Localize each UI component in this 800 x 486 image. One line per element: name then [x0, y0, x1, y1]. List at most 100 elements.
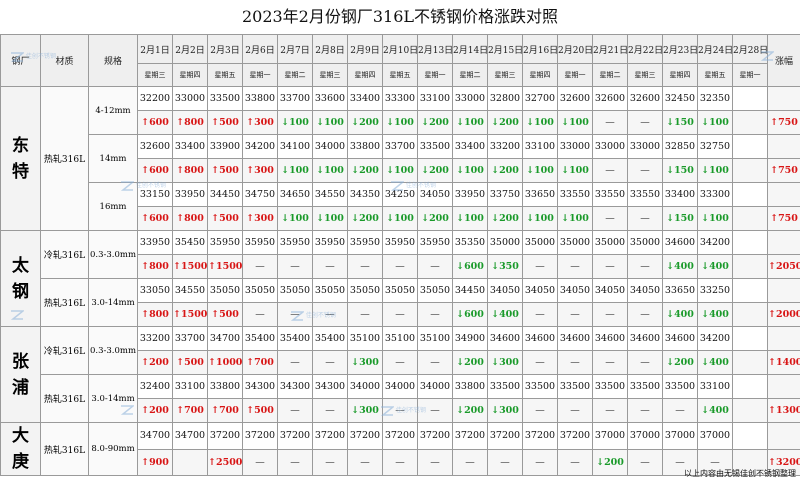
change-cell: — — [242, 302, 278, 327]
price-cell: 34050 — [522, 278, 558, 303]
change-value: 1500 — [215, 261, 243, 272]
arrow-down-icon: ↓ — [491, 213, 500, 224]
price-cell: 37200 — [347, 422, 383, 450]
change-value: 100 — [289, 117, 309, 128]
price-cell: 33100 — [522, 134, 558, 159]
arrow-down-icon: ↓ — [351, 405, 360, 416]
price-cell: 33600 — [312, 86, 348, 111]
price-cell: 34200 — [242, 134, 278, 159]
change-value: 100 — [569, 165, 589, 176]
arrow-down-icon: ↓ — [351, 213, 360, 224]
price-cell: 35000 — [522, 230, 558, 255]
price-cell: 32450 — [662, 86, 698, 111]
arrow-down-icon: ↓ — [351, 117, 360, 128]
change-cell: — — [312, 448, 348, 476]
weekday-cell: 星期三 — [627, 63, 663, 87]
total-blank-cell — [767, 374, 800, 399]
change-value: 800 — [149, 261, 169, 272]
arrow-up-icon: ↑ — [246, 117, 255, 128]
arrow-up-icon: ↑ — [246, 213, 255, 224]
no-change-dash: — — [570, 357, 580, 368]
no-change-dash: — — [395, 261, 405, 272]
mill-name: 东特 — [0, 86, 41, 231]
date-header: 2月3日 — [207, 34, 243, 64]
no-change-dash: — — [605, 213, 615, 224]
price-cell: 37000 — [697, 422, 733, 450]
no-change-dash: — — [430, 261, 440, 272]
change-cell: ↓600 — [452, 302, 488, 327]
change-cell: ↓100 — [697, 110, 733, 135]
price-cell: 34300 — [312, 374, 348, 399]
date-header: 2月2日 — [172, 34, 208, 64]
arrow-down-icon: ↓ — [666, 309, 675, 320]
change-cell: ↓100 — [522, 206, 558, 231]
change-value: 300 — [254, 117, 274, 128]
change-value: 200 — [499, 165, 519, 176]
no-change-dash: — — [675, 456, 685, 468]
change-value: 600 — [464, 261, 484, 272]
change-cell: — — [627, 110, 663, 135]
price-cell: 33400 — [347, 86, 383, 111]
arrow-down-icon: ↓ — [316, 213, 325, 224]
change-cell: ↓200 — [487, 206, 523, 231]
weekday-cell: 星期二 — [277, 63, 313, 87]
price-cell: 32200 — [137, 86, 173, 111]
price-row: 热轧316L 3.0-14mm 33050 34550 35050 35050 35050 3… — [1, 278, 800, 327]
change-value: 200 — [604, 456, 624, 468]
change-value: 100 — [324, 213, 344, 224]
change-cell: — — [312, 398, 348, 423]
total-blank-cell — [767, 422, 800, 450]
price-cell: 33900 — [207, 134, 243, 159]
no-change-dash: — — [535, 309, 545, 320]
change-cell: ↓150 — [662, 158, 698, 183]
page-title: 2023年2月份钢厂316L不锈钢价格涨跌对照 — [0, 0, 800, 35]
price-cell: 37000 — [592, 422, 628, 450]
price-cell: 34300 — [242, 374, 278, 399]
change-cell: ↑200 — [137, 398, 173, 423]
price-cell: 34550 — [172, 278, 208, 303]
change-value: 800 — [184, 165, 204, 176]
no-change-dash: — — [325, 357, 335, 368]
arrow-down-icon: ↓ — [701, 213, 710, 224]
change-cell: ↑500 — [172, 350, 208, 375]
arrow-up-icon: ↑ — [768, 405, 776, 416]
price-cell: 34550 — [312, 182, 348, 207]
price-cell: 37000 — [627, 422, 663, 450]
price-cell: 32600 — [557, 86, 593, 111]
change-value: 500 — [219, 165, 239, 176]
change-value: 100 — [464, 165, 484, 176]
arrow-down-icon: ↓ — [526, 117, 535, 128]
change-cell — [732, 110, 768, 135]
arrow-up-icon: ↑ — [141, 405, 150, 416]
price-cell: 35050 — [312, 278, 348, 303]
date-header: 2月6日 — [242, 34, 278, 64]
watermark — [10, 310, 26, 320]
change-value: 100 — [709, 213, 729, 224]
change-cell: ↓100 — [382, 158, 418, 183]
change-cell: — — [382, 448, 418, 476]
price-cell: 33500 — [627, 374, 663, 399]
arrow-up-icon: ↑ — [141, 456, 150, 468]
price-cell: 34700 — [172, 422, 208, 450]
change-cell — [172, 448, 208, 476]
change-value: 500 — [254, 405, 274, 416]
arrow-down-icon: ↓ — [456, 213, 465, 224]
price-cell: 33950 — [452, 182, 488, 207]
change-cell: ↑200 — [137, 350, 173, 375]
arrow-up-icon: ↑ — [176, 405, 185, 416]
no-change-dash: — — [290, 405, 300, 416]
total-change-cell: ↑2000 — [767, 302, 800, 327]
change-cell: ↓100 — [522, 158, 558, 183]
weekday-cell: 星期四 — [172, 63, 208, 87]
change-value: 100 — [464, 117, 484, 128]
price-cell: 33250 — [697, 278, 733, 303]
weekday-cell: 星期一 — [732, 63, 768, 87]
watermark-logo-icon — [10, 310, 26, 320]
date-header: 2月21日 — [592, 34, 628, 64]
price-row: 张浦 冷轧316L 0.3-3.0mm 33200 33700 34700 35400 354… — [0, 326, 800, 423]
change-cell: — — [522, 254, 558, 279]
price-cell: 33500 — [592, 374, 628, 399]
arrow-down-icon: ↓ — [351, 165, 360, 176]
change-value: 400 — [674, 261, 694, 272]
change-value: 400 — [709, 309, 729, 320]
